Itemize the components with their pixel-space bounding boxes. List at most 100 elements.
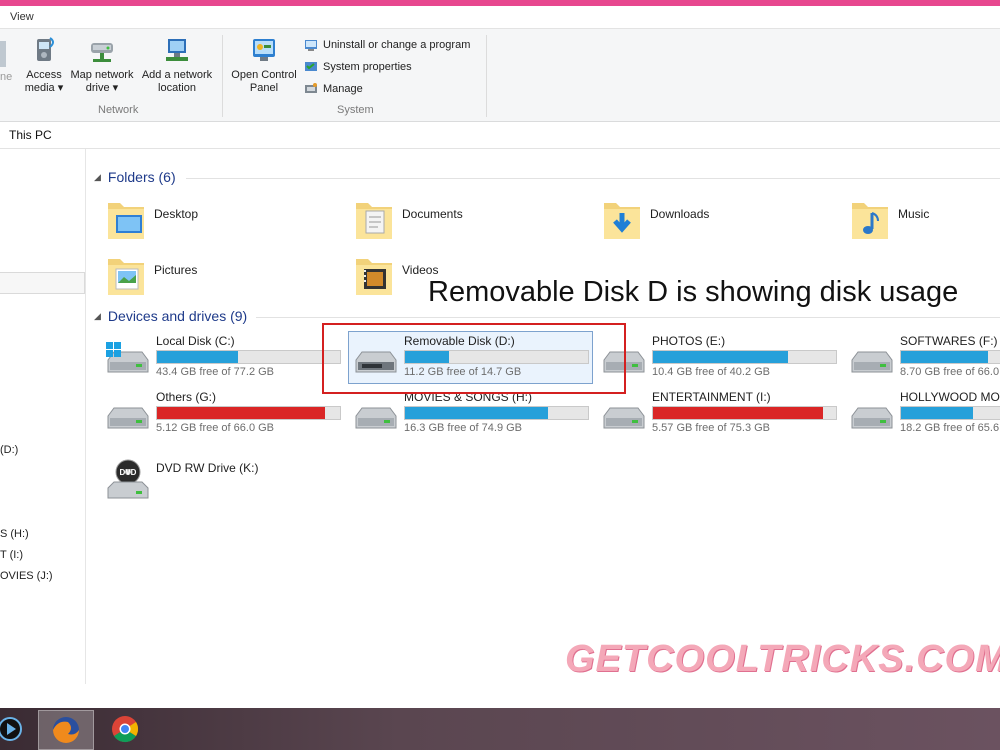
drive-usage-fill: [405, 407, 548, 419]
ribbon-separator: [486, 35, 487, 117]
uninstall-icon: [305, 40, 317, 51]
control-panel-icon: [253, 39, 275, 61]
drive-free-space: 18.2 GB free of 65.6: [900, 422, 1000, 434]
documents-folder-icon: [356, 203, 392, 239]
access-media-label-1: Access: [26, 69, 62, 81]
nav-item-drive-d[interactable]: (D:): [0, 444, 18, 456]
hard-drive-icon: [355, 407, 397, 429]
devices-header-label: Devices and drives (9): [107, 308, 248, 324]
drive-usage-bar: [404, 406, 589, 420]
add-network-location-label-2: location: [158, 82, 196, 94]
drive-free-space: 16.3 GB free of 74.9 GB: [404, 422, 523, 434]
folder-music-label: Music: [898, 207, 930, 221]
folder-documents-label: Documents: [402, 207, 463, 221]
drive-name: Local Disk (C:): [156, 334, 235, 348]
folders-section-header[interactable]: ◢ Folders (6): [94, 169, 176, 185]
nav-item-drive-i[interactable]: T (I:): [0, 549, 23, 561]
manage-label: Manage: [323, 83, 363, 95]
hard-drive-icon: [603, 407, 645, 429]
drive-usage-bar: [900, 350, 1000, 364]
ribbon-separator: [222, 35, 223, 117]
open-control-panel-label-1: Open Control: [231, 69, 297, 81]
group-system-label: System: [337, 104, 374, 116]
truncated-ribbon-icon: [0, 41, 6, 67]
nav-selected-item[interactable]: [0, 272, 85, 294]
drive-usage-bar: [652, 350, 837, 364]
open-control-panel-label-2: Panel: [249, 82, 279, 94]
drive-name: PHOTOS (E:): [652, 334, 726, 348]
navigation-pane: (D:) S (H:) T (I:) OVIES (J:): [0, 149, 86, 684]
section-divider: [186, 178, 1000, 179]
collapse-arrow-icon: ◢: [94, 171, 101, 182]
map-network-drive-button[interactable]: Map network drive ▾: [66, 35, 138, 95]
section-divider: [256, 317, 1000, 318]
menu-bar: View: [0, 6, 1000, 29]
hard-drive-icon: [107, 407, 149, 429]
network-drive-icon: [91, 43, 113, 62]
downloads-folder-icon: [604, 203, 640, 239]
drive-free-space: 5.12 GB free of 66.0 GB: [156, 422, 275, 434]
chrome-icon: [112, 716, 139, 743]
uninstall-program-button[interactable]: Uninstall or change a program: [304, 36, 470, 54]
drive-free-space: 5.57 GB free of 75.3 GB: [652, 422, 771, 434]
map-network-drive-label-2: drive ▾: [85, 82, 119, 94]
system-properties-icon: [305, 62, 317, 71]
drive-name: SOFTWARES (F:): [900, 334, 998, 348]
collapse-arrow-icon: ◢: [94, 310, 101, 321]
media-device-icon: [37, 37, 54, 61]
system-properties-button[interactable]: System properties: [304, 58, 412, 76]
drive-usage-fill: [901, 351, 988, 363]
drive-name: DVD RW Drive (K:): [156, 461, 259, 475]
manage-button[interactable]: Manage: [304, 80, 363, 98]
drive-name: HOLLYWOOD MOV: [900, 390, 1000, 404]
access-media-button[interactable]: Access media ▾: [22, 35, 66, 95]
address-bar[interactable]: This PC: [0, 122, 1000, 149]
nav-item-drive-h[interactable]: S (H:): [0, 528, 29, 540]
drive-usage-bar: [652, 406, 837, 420]
firefox-icon: [53, 717, 79, 743]
videos-folder-icon: [356, 259, 392, 295]
menu-view[interactable]: View: [10, 11, 34, 23]
ribbon: ne Access media ▾ Map network drive ▾ Ad…: [0, 29, 1000, 122]
access-media-label-2: media ▾: [24, 82, 64, 94]
pictures-folder-icon: [108, 259, 144, 295]
folders-header-label: Folders (6): [107, 169, 176, 185]
drive-free-space: 43.4 GB free of 77.2 GB: [156, 366, 275, 378]
dvd-drive-icon: DVD: [107, 459, 149, 499]
firefox-taskbar-button[interactable]: [38, 710, 94, 750]
truncated-ribbon-label: ne: [0, 71, 13, 83]
drive-usage-fill: [901, 407, 973, 419]
system-properties-label: System properties: [323, 61, 412, 73]
folder-downloads-label: Downloads: [650, 207, 710, 221]
drive-usage-fill: [157, 351, 238, 363]
open-control-panel-button[interactable]: Open Control Panel: [228, 35, 300, 95]
taskbar: [0, 708, 1000, 750]
drive-name: ENTERTAINMENT (I:): [652, 390, 771, 404]
annotation-text: Removable Disk D is showing disk usage: [428, 276, 959, 308]
content-pane: ◢ Folders (6) Desktop Documents Download…: [86, 149, 1000, 684]
nav-item-drive-j[interactable]: OVIES (J:): [0, 570, 53, 582]
manage-icon: [305, 83, 317, 93]
add-network-location-label-1: Add a network: [141, 69, 213, 81]
drive-usage-fill: [653, 351, 789, 363]
music-folder-icon: [852, 203, 888, 239]
folder-videos-label: Videos: [402, 263, 439, 277]
hard-drive-icon: [851, 407, 893, 429]
folder-pictures-label: Pictures: [154, 263, 198, 277]
devices-section-header[interactable]: ◢ Devices and drives (9): [94, 308, 247, 324]
hard-drive-icon: [851, 351, 893, 373]
drive-name: Others (G:): [156, 390, 217, 404]
group-network-label: Network: [98, 104, 139, 116]
drive-free-space: 8.70 GB free of 66.0: [900, 366, 1000, 378]
desktop-folder-icon: [108, 203, 144, 239]
map-network-drive-label-1: Map network: [70, 69, 134, 81]
drive-usage-bar: [900, 406, 1000, 420]
drive-free-space: 10.4 GB free of 40.2 GB: [652, 366, 771, 378]
add-network-location-button[interactable]: Add a network location: [138, 35, 216, 95]
chrome-taskbar-button[interactable]: [98, 710, 152, 748]
folder-desktop-label: Desktop: [154, 207, 199, 221]
windows-drive-icon: [106, 342, 149, 373]
annotation-callout-box: [322, 323, 626, 394]
uninstall-program-label: Uninstall or change a program: [323, 39, 471, 51]
drive-usage-fill: [157, 407, 326, 419]
